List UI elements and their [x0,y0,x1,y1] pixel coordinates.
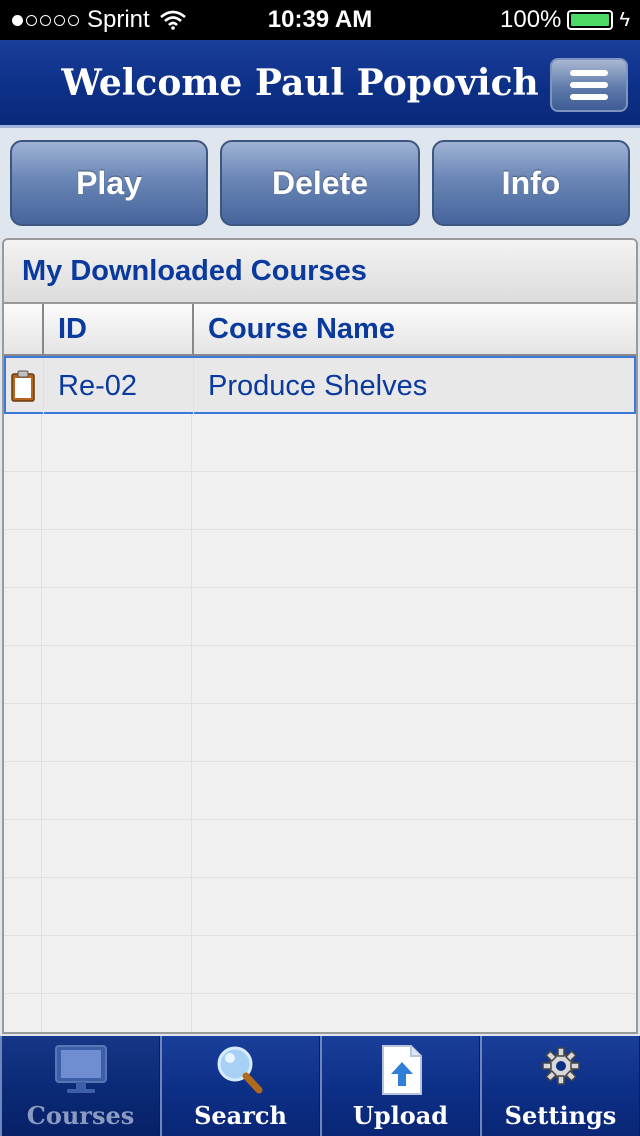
info-button[interactable]: Info [432,140,630,226]
table-row [4,936,636,994]
table-row[interactable]: Re-02 Produce Shelves [4,356,636,416]
table-row [4,472,636,530]
table-row [4,994,636,1032]
app-header: Welcome Paul Popovich [0,40,640,128]
table-row [4,530,636,588]
menu-button[interactable] [550,58,628,112]
table-row [4,588,636,646]
status-bar: Sprint 10:39 AM 100% ϟ [0,0,640,40]
gear-icon [541,1047,580,1085]
action-toolbar: Play Delete Info [10,140,630,226]
tab-label: Search [194,1101,287,1130]
tab-upload[interactable]: Upload [320,1036,480,1136]
tab-bar: Courses Search Upload Settings [0,1036,640,1136]
column-header-course-name[interactable]: Course Name [192,304,636,354]
upload-icon [381,1045,422,1095]
tab-label: Upload [352,1101,449,1130]
table-row [4,646,636,704]
table-row [4,878,636,936]
battery-icon [567,10,614,30]
table-row [4,414,636,472]
charging-icon: ϟ [619,8,630,31]
downloaded-courses-panel: My Downloaded Courses ID Course Name Re-… [2,238,638,1034]
table-row [4,820,636,878]
tab-courses[interactable]: Courses [0,1036,160,1136]
table-row [4,704,636,762]
table-row [4,762,636,820]
page-title: Welcome Paul Popovich [61,62,539,104]
hamburger-icon-bar [570,82,608,88]
grid-header: ID Course Name [4,304,636,356]
tab-label: Settings [504,1101,617,1130]
row-icon-cell [6,358,44,416]
monitor-icon [54,1045,107,1093]
course-grid: Re-02 Produce Shelves [4,356,636,1032]
tab-search[interactable]: Search [160,1036,320,1136]
hamburger-icon [570,70,608,76]
column-header-icon[interactable] [4,304,42,354]
hamburger-icon-bar [570,94,608,100]
clipboard-icon [11,370,35,402]
course-id-cell: Re-02 [44,358,194,416]
play-button[interactable]: Play [10,140,208,226]
tab-settings[interactable]: Settings [480,1036,640,1136]
panel-title: My Downloaded Courses [4,240,636,304]
column-header-id[interactable]: ID [42,304,192,354]
delete-button[interactable]: Delete [220,140,420,226]
tab-label: Courses [26,1101,135,1130]
magnifier-icon [217,1046,262,1094]
battery-percent: 100% [500,6,562,33]
course-name-cell: Produce Shelves [208,370,428,402]
